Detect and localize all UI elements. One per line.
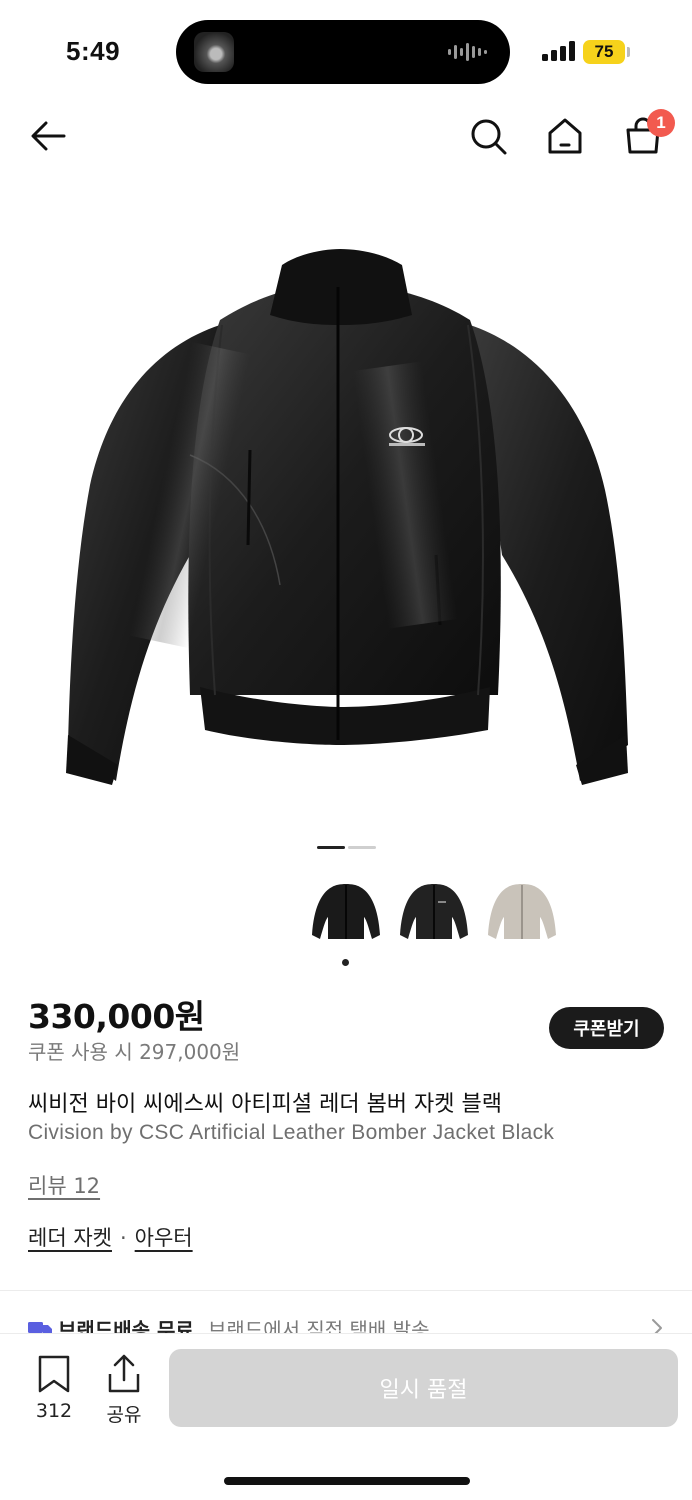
product-name-korean: 씨비전 바이 씨에스씨 아티피셜 레더 봄버 자켓 블랙 — [28, 1092, 502, 1117]
category-separator: · — [119, 1226, 127, 1250]
image-pager-inactive — [348, 846, 376, 849]
share-button[interactable]: 공유 — [100, 1354, 148, 1426]
search-button[interactable] — [464, 112, 512, 160]
dynamic-island — [176, 20, 510, 84]
share-label: 공유 — [106, 1404, 142, 1426]
home-button[interactable] — [541, 112, 589, 160]
signal-icon — [542, 41, 575, 61]
jacket-thumbnail-icon — [312, 884, 380, 939]
category-link-leather-jacket[interactable]: 레더 자켓 — [28, 1226, 112, 1250]
battery-icon: 75 — [583, 40, 625, 64]
coupon-price: 쿠폰 사용 시 297,000원 — [28, 1040, 241, 1064]
back-button[interactable] — [24, 112, 72, 160]
bookmark-icon — [38, 1355, 70, 1393]
section-divider — [0, 1290, 692, 1291]
status-time: 5:49 — [66, 36, 121, 66]
product-name-english: Civision by CSC Artificial Leather Bombe… — [28, 1121, 555, 1144]
get-coupon-button[interactable]: 쿠폰받기 — [549, 1007, 664, 1049]
bookmark-count: 312 — [35, 1400, 73, 1422]
search-icon — [471, 119, 507, 155]
review-link[interactable]: 리뷰 12 — [28, 1170, 100, 1200]
sold-out-button[interactable]: 일시 품절 — [169, 1349, 678, 1427]
jacket-thumbnail-icon — [488, 884, 556, 939]
now-playing-avatar — [194, 32, 234, 72]
color-option-beige-bomber[interactable] — [484, 873, 560, 949]
cart-count-badge: 1 — [647, 109, 675, 137]
category-link-outer[interactable]: 아우터 — [135, 1226, 193, 1250]
color-option-black-bomber[interactable] — [396, 873, 472, 949]
home-icon — [548, 118, 582, 154]
color-option-black-leather[interactable] — [308, 873, 384, 949]
status-bar: 5:49 75 — [0, 0, 692, 100]
home-indicator — [224, 1477, 470, 1485]
top-nav — [0, 100, 692, 170]
bottom-action-bar: 312 공유 일시 품절 — [0, 1333, 692, 1500]
selected-color-indicator — [342, 959, 349, 966]
product-image[interactable] — [40, 225, 652, 805]
battery-tip — [627, 47, 630, 57]
jacket-thumbnail-icon — [400, 884, 468, 939]
share-icon — [108, 1354, 140, 1393]
bookmark-button[interactable]: 312 — [30, 1354, 78, 1422]
product-price: 330,000원 — [28, 997, 205, 1036]
back-arrow-icon — [31, 121, 66, 151]
voice-wave-icon — [448, 43, 487, 61]
category-breadcrumb: 레더 자켓 · 아우터 — [28, 1222, 193, 1252]
image-pager-active — [317, 846, 345, 849]
